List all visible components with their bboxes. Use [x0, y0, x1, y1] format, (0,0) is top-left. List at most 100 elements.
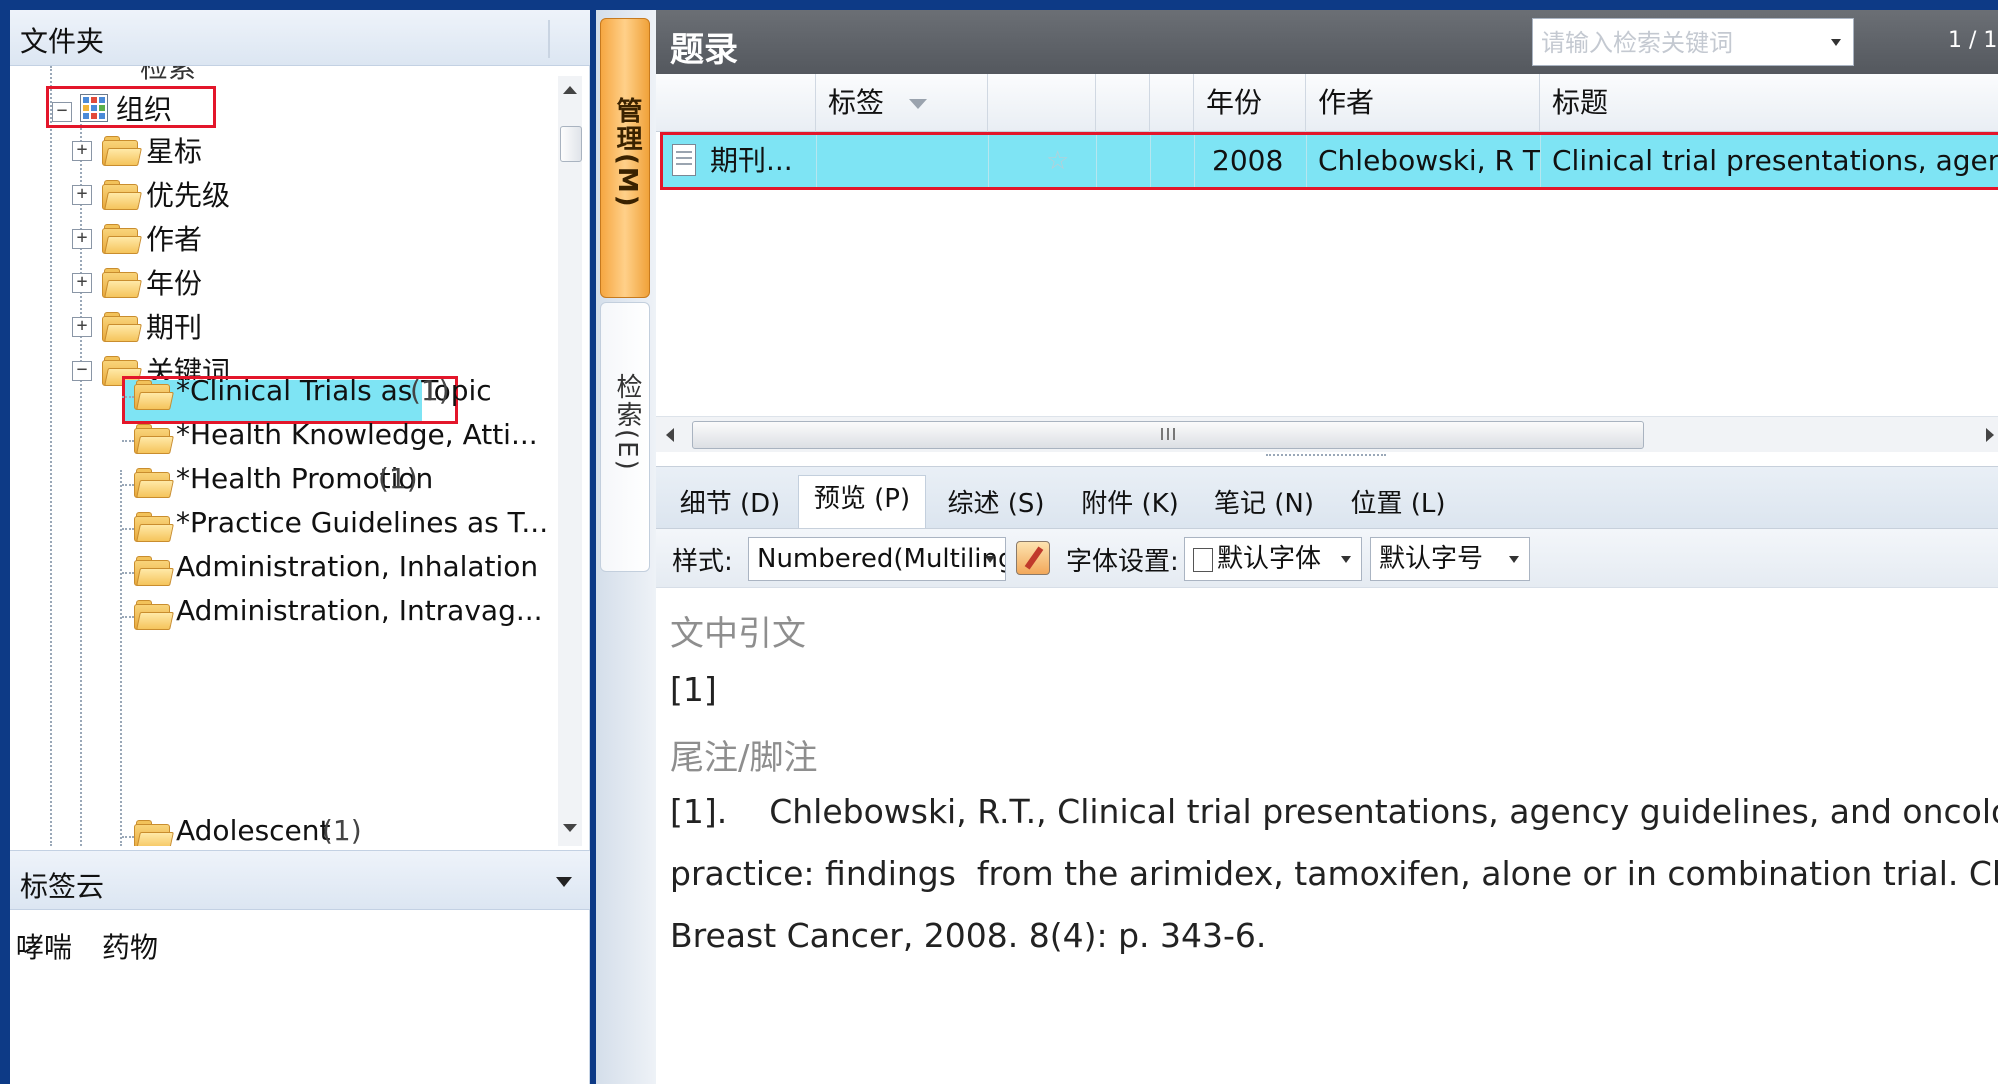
- tag-cloud-header[interactable]: 标签云: [10, 850, 590, 910]
- tree-connector: [122, 528, 134, 530]
- search-input[interactable]: [1539, 25, 1815, 61]
- folder-icon: [134, 556, 174, 586]
- tree-scrollbar[interactable]: [558, 76, 582, 846]
- scroll-thumb[interactable]: [560, 126, 582, 162]
- col-read[interactable]: [1096, 74, 1150, 132]
- organize-icon: [80, 94, 108, 122]
- folder-icon: [134, 600, 174, 630]
- expand-icon[interactable]: +: [72, 141, 92, 161]
- font-select[interactable]: 默认字体: [1184, 537, 1362, 581]
- reference-line-3: Breast Cancer, 2008. 8(4): p. 343-6.: [670, 916, 1267, 955]
- tag-cloud: 哮喘 药物: [10, 910, 590, 1084]
- keyword-item[interactable]: *Practice Guidelines as T...: [10, 506, 550, 550]
- keyword-item[interactable]: *Health Knowledge, Atti...: [10, 418, 550, 462]
- tree-item-star[interactable]: + 星标: [10, 130, 550, 174]
- filter-arrow-icon[interactable]: [908, 99, 927, 109]
- col-attach[interactable]: [1150, 74, 1194, 132]
- notes-heading: 尾注/脚注: [670, 738, 818, 778]
- font-label: 字体设置:: [1066, 547, 1179, 577]
- scroll-left-icon[interactable]: [666, 428, 674, 442]
- splitter-grip[interactable]: [1266, 454, 1386, 456]
- keyword-item[interactable]: Administration, Inhalation: [10, 550, 550, 594]
- tree-item-label: 作者: [146, 223, 203, 256]
- tab-summary[interactable]: 综述 (S): [932, 481, 1060, 529]
- reference-line-2: practice: findings from the arimidex, ta…: [670, 854, 1998, 893]
- horizontal-scrollbar[interactable]: [656, 416, 1998, 452]
- col-tags[interactable]: 标签: [816, 74, 988, 132]
- tag-item[interactable]: 哮喘: [16, 926, 72, 966]
- folder-icon: [102, 312, 142, 342]
- tree-item-priority[interactable]: + 优先级: [10, 174, 550, 218]
- folder-panel: 文件夹 检索 − 组织 + 星标 + 优先级 + 作者: [10, 10, 590, 1084]
- search-box[interactable]: [1532, 18, 1854, 66]
- keyword-list-clip: Adolescent (1): [10, 638, 550, 846]
- expand-icon[interactable]: +: [72, 273, 92, 293]
- tree-connector: [122, 572, 134, 574]
- chevron-down-icon[interactable]: [556, 877, 572, 887]
- chevron-down-icon[interactable]: [1509, 556, 1519, 563]
- col-type[interactable]: [656, 74, 816, 132]
- font-icon: [1193, 547, 1213, 572]
- tree-connector: [122, 616, 134, 618]
- chevron-down-icon[interactable]: [1831, 39, 1841, 46]
- keyword-label: Adolescent: [176, 814, 331, 846]
- row-highlight-outline: [660, 132, 1998, 190]
- tab-preview[interactable]: 预览 (P): [798, 475, 926, 529]
- tree-item-year[interactable]: + 年份: [10, 262, 550, 306]
- keyword-item[interactable]: Adolescent (1): [10, 814, 550, 846]
- tab-search[interactable]: 检索(E): [600, 302, 650, 572]
- tree-partial-item[interactable]: 检索: [140, 66, 196, 80]
- records-panel: 题录 1 / 1 标签 年份 作者 标题 期刊... ☆ 2008: [656, 10, 1998, 1084]
- tab-search-label: 检索(E): [612, 373, 642, 472]
- collapse-icon[interactable]: −: [52, 102, 72, 122]
- col-year[interactable]: 年份: [1194, 74, 1306, 132]
- folder-panel-header: 文件夹: [10, 10, 590, 66]
- keyword-item-selected[interactable]: *Clinical Trials as Topic (1): [10, 374, 550, 418]
- size-select[interactable]: 默认字号: [1370, 537, 1530, 581]
- col-star[interactable]: [988, 74, 1096, 132]
- tree-item-label: 期刊: [146, 311, 203, 344]
- chevron-down-icon[interactable]: [1341, 556, 1351, 563]
- tree-root-label[interactable]: 组织: [116, 88, 172, 128]
- tab-manage-label: 管理(M): [612, 97, 642, 209]
- group-list: + 星标 + 优先级 + 作者 + 年份 + 期刊 − 关键词: [10, 130, 550, 410]
- tab-location[interactable]: 位置 (L): [1334, 481, 1462, 529]
- tree-item-author[interactable]: + 作者: [10, 218, 550, 262]
- keyword-item[interactable]: Administration, Intravag...: [10, 594, 550, 638]
- intext-citation: [1]: [670, 670, 717, 709]
- keyword-item[interactable]: *Health Promotion (1): [10, 462, 550, 506]
- col-title[interactable]: 标题: [1540, 74, 1998, 132]
- expand-icon[interactable]: +: [72, 317, 92, 337]
- edit-style-icon[interactable]: [1016, 541, 1050, 575]
- keyword-label: *Health Knowledge, Atti...: [176, 418, 538, 451]
- folder-icon: [134, 424, 174, 454]
- folder-icon: [102, 268, 142, 298]
- tree-item-journal[interactable]: + 期刊: [10, 306, 550, 350]
- tree-item-label: 年份: [146, 267, 203, 300]
- col-author-label: 作者: [1318, 86, 1375, 119]
- scroll-down-icon[interactable]: [563, 824, 577, 832]
- tag-item[interactable]: 药物: [102, 926, 158, 966]
- tab-details[interactable]: 细节 (D): [666, 481, 794, 529]
- keyword-label: *Practice Guidelines as T...: [176, 506, 549, 539]
- font-select-value: 默认字体: [1217, 544, 1322, 574]
- tree-item-label: 优先级: [146, 179, 231, 212]
- scroll-up-icon[interactable]: [563, 86, 577, 94]
- scroll-thumb[interactable]: [692, 421, 1644, 449]
- expand-icon[interactable]: +: [72, 229, 92, 249]
- tree-connector: [122, 396, 134, 398]
- keyword-count: (1): [378, 462, 418, 495]
- scroll-right-icon[interactable]: [1986, 428, 1994, 442]
- tab-attachments[interactable]: 附件 (K): [1066, 481, 1194, 529]
- citation-preview: 文中引文 [1] 尾注/脚注 [1]. Chlebowski, R.T., Cl…: [656, 588, 1998, 1084]
- folder-icon: [134, 380, 174, 410]
- col-author[interactable]: 作者: [1306, 74, 1540, 132]
- chevron-down-icon[interactable]: [985, 556, 995, 563]
- tab-manage[interactable]: 管理(M): [600, 18, 650, 298]
- tree-connector: [122, 484, 134, 486]
- expand-icon[interactable]: +: [72, 185, 92, 205]
- style-select[interactable]: Numbered(Multilingual: [748, 537, 1006, 581]
- col-year-label: 年份: [1206, 86, 1263, 119]
- keyword-label: Administration, Inhalation: [176, 550, 539, 583]
- tab-notes[interactable]: 笔记 (N): [1200, 481, 1328, 529]
